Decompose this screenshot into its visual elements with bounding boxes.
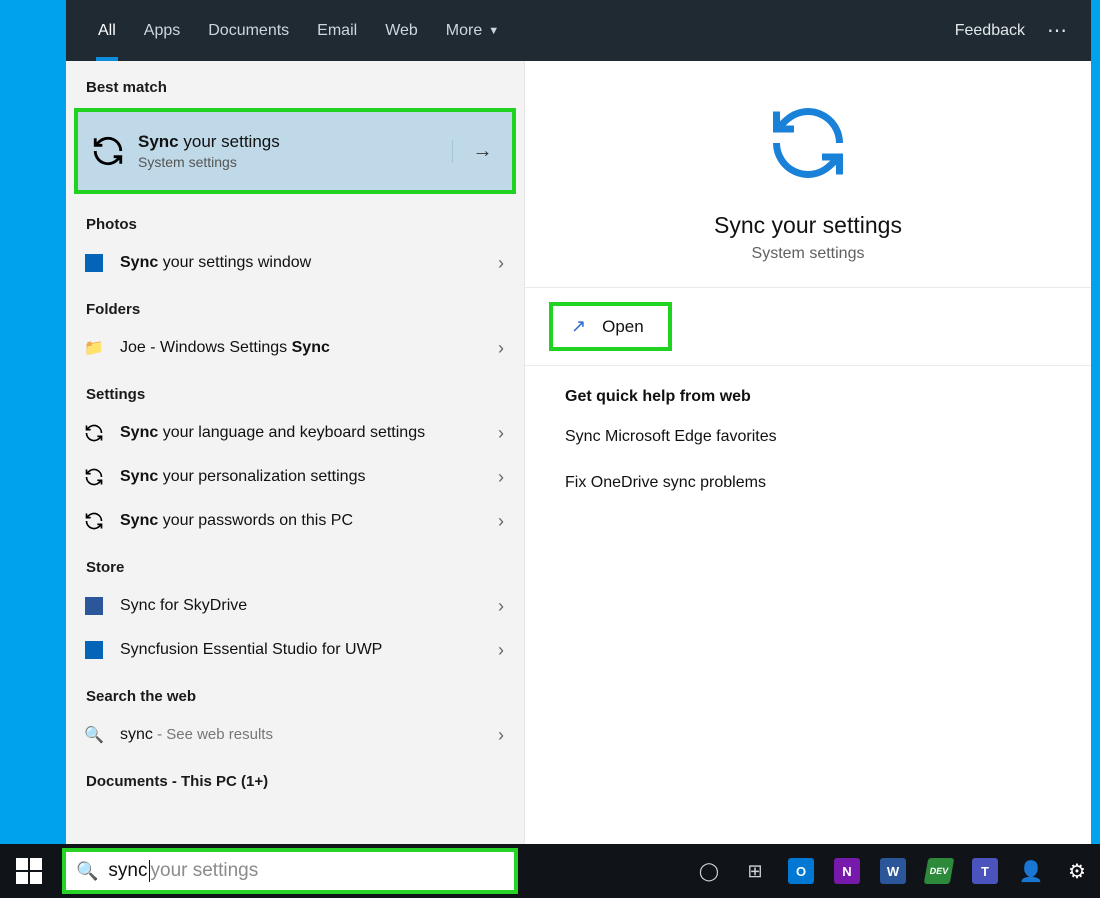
result-photos-sync-window[interactable]: Sync your settings window ›: [66, 241, 524, 285]
taskbar: 🔍 sync your settings ◯ ⊞ O N W DEV T 👤 ⚙: [0, 844, 1100, 898]
more-options-icon[interactable]: ⋯: [1043, 18, 1073, 43]
results-pane: Best match Sync your settings System set…: [66, 61, 525, 844]
open-button[interactable]: ↗ Open: [549, 302, 672, 351]
chevron-right-icon: ›: [494, 725, 508, 746]
preview-pane: Sync your settings System settings ↗ Ope…: [525, 61, 1091, 844]
sync-icon: [82, 509, 106, 533]
open-icon: ↗: [571, 316, 586, 337]
section-best-match: Best match: [66, 61, 524, 104]
people-icon[interactable]: 👤: [1008, 844, 1054, 898]
result-store-sync-skydrive[interactable]: Sync for SkyDrive ›: [66, 584, 524, 628]
section-search-web: Search the web: [66, 672, 524, 713]
chevron-right-icon: ›: [494, 596, 508, 617]
search-entered-text: sync: [108, 860, 147, 882]
cortana-icon[interactable]: ◯: [686, 844, 732, 898]
start-button[interactable]: [0, 844, 58, 898]
text-cursor: [149, 860, 150, 882]
tab-documents[interactable]: Documents: [194, 0, 303, 61]
result-setting-personalization[interactable]: Sync your personalization settings ›: [66, 455, 524, 499]
section-store: Store: [66, 543, 524, 584]
taskbar-dev[interactable]: DEV: [916, 844, 962, 898]
section-photos: Photos: [66, 200, 524, 241]
result-setting-passwords[interactable]: Sync your passwords on this PC ›: [66, 499, 524, 543]
best-match-subtitle: System settings: [138, 154, 280, 170]
photo-icon: [82, 251, 106, 275]
search-icon: 🔍: [76, 861, 98, 882]
sync-icon: [760, 101, 856, 190]
feedback-link[interactable]: Feedback: [937, 22, 1043, 40]
tab-apps[interactable]: Apps: [130, 0, 194, 61]
section-folders: Folders: [66, 285, 524, 326]
search-tabs: All Apps Documents Email Web More▼ Feedb…: [66, 0, 1091, 61]
search-suggestion-ghost: your settings: [151, 860, 259, 882]
chevron-right-icon: ›: [494, 253, 508, 274]
help-link-edge-favorites[interactable]: Sync Microsoft Edge favorites: [525, 414, 1091, 460]
chevron-right-icon: ›: [494, 511, 508, 532]
result-store-syncfusion[interactable]: Syncfusion Essential Studio for UWP ›: [66, 628, 524, 672]
chevron-right-icon: ›: [494, 338, 508, 359]
chevron-right-icon: ›: [494, 640, 508, 661]
tab-email[interactable]: Email: [303, 0, 371, 61]
preview-subtitle: System settings: [752, 245, 865, 263]
section-documents-pc: Documents - This PC (1+): [66, 757, 524, 790]
search-panel: All Apps Documents Email Web More▼ Feedb…: [66, 0, 1091, 844]
taskbar-search[interactable]: 🔍 sync your settings: [62, 848, 518, 894]
windows-logo-icon: [16, 858, 42, 884]
settings-icon[interactable]: ⚙: [1054, 844, 1100, 898]
taskbar-word[interactable]: W: [870, 844, 916, 898]
app-icon: [82, 638, 106, 662]
folder-icon: 📁: [82, 336, 106, 360]
taskbar-teams[interactable]: T: [962, 844, 1008, 898]
result-web-sync[interactable]: 🔍 sync - See web results ›: [66, 713, 524, 757]
highlight-best-match: Sync your settings System settings →: [74, 108, 516, 194]
app-icon: [82, 594, 106, 618]
taskbar-outlook[interactable]: O: [778, 844, 824, 898]
taskbar-onenote[interactable]: N: [824, 844, 870, 898]
sync-icon: [88, 131, 128, 171]
help-link-onedrive[interactable]: Fix OneDrive sync problems: [525, 460, 1091, 506]
quick-help-heading: Get quick help from web: [525, 366, 1091, 414]
section-settings: Settings: [66, 370, 524, 411]
open-label: Open: [602, 317, 644, 337]
search-icon: 🔍: [82, 723, 106, 747]
result-sync-your-settings[interactable]: Sync your settings System settings →: [78, 112, 512, 190]
best-match-title: Sync your settings: [138, 132, 280, 152]
result-folder-joe-sync[interactable]: 📁 Joe - Windows Settings Sync ›: [66, 326, 524, 370]
chevron-right-icon: ›: [494, 467, 508, 488]
tab-all[interactable]: All: [84, 0, 130, 61]
tab-more[interactable]: More▼: [432, 0, 513, 61]
expand-arrow-icon[interactable]: →: [452, 140, 512, 163]
preview-title: Sync your settings: [714, 212, 902, 239]
result-setting-language-keyboard[interactable]: Sync your language and keyboard settings…: [66, 411, 524, 455]
chevron-right-icon: ›: [494, 423, 508, 444]
sync-icon: [82, 465, 106, 489]
chevron-down-icon: ▼: [488, 25, 499, 37]
task-view-icon[interactable]: ⊞: [732, 844, 778, 898]
sync-icon: [82, 421, 106, 445]
tab-web[interactable]: Web: [371, 0, 432, 61]
